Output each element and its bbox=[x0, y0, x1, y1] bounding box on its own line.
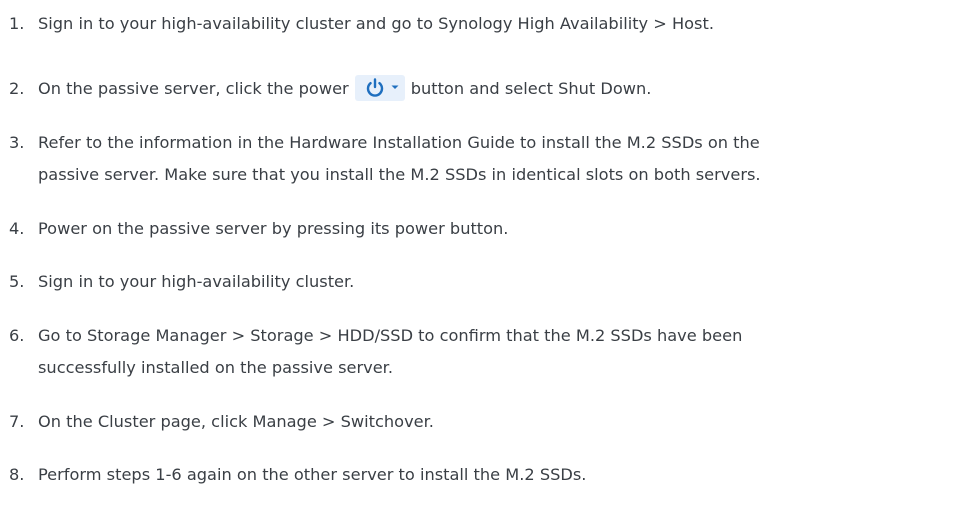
step-text-continued: successfully installed on the passive se… bbox=[38, 358, 393, 377]
step-text-before: On the passive server, click the power bbox=[38, 79, 349, 98]
step-text: Sign in to your high-availability cluste… bbox=[38, 272, 355, 291]
step-number: 2. bbox=[9, 79, 25, 98]
step-text: Go to Storage Manager > Storage > HDD/SS… bbox=[38, 326, 743, 345]
step-text: Power on the passive server by pressing … bbox=[38, 219, 509, 238]
step-number: 3. bbox=[9, 133, 25, 152]
step-text: On the Cluster page, click Manage > Swit… bbox=[38, 412, 434, 431]
step-text-after: button and select Shut Down. bbox=[410, 79, 652, 98]
step-text: Sign in to your high-availability cluste… bbox=[38, 14, 714, 33]
step-number: 8. bbox=[9, 465, 25, 484]
power-button bbox=[354, 74, 405, 101]
step-number: 5. bbox=[9, 272, 25, 291]
step-number: 7. bbox=[9, 412, 25, 431]
chevron-down-icon bbox=[391, 85, 399, 89]
step-number: 4. bbox=[9, 219, 25, 238]
step-number: 6. bbox=[9, 326, 25, 345]
step-text: Refer to the information in the Hardware… bbox=[38, 133, 760, 152]
power-icon bbox=[366, 77, 383, 97]
step-text: On the passive server, click the power bu… bbox=[38, 73, 651, 105]
step-text: Perform steps 1-6 again on the other ser… bbox=[38, 465, 587, 484]
step-number: 1. bbox=[9, 14, 25, 33]
step-text-continued: passive server. Make sure that you insta… bbox=[38, 165, 761, 184]
